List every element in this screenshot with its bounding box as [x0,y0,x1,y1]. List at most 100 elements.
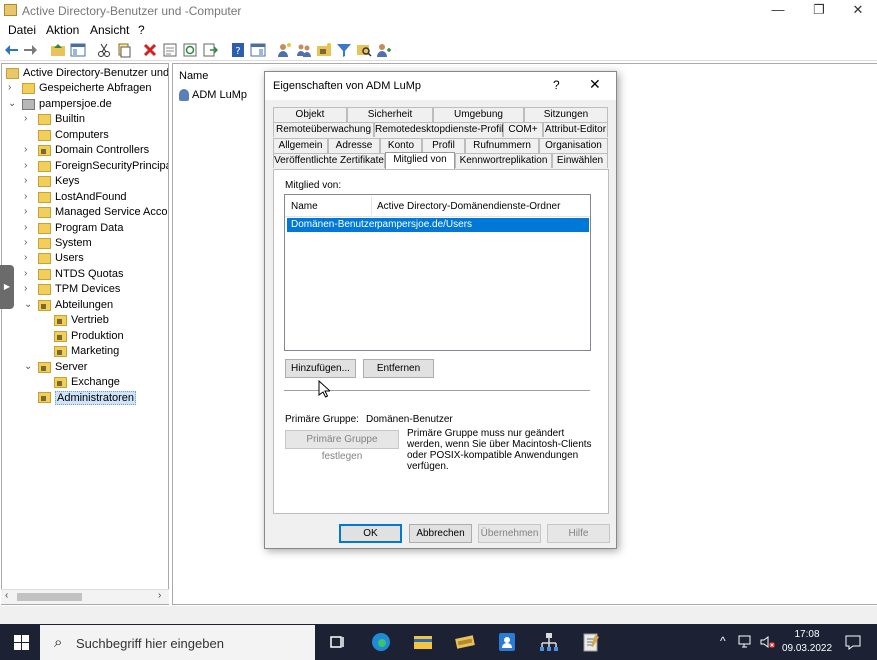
column-header-name[interactable]: Name [291,201,318,212]
new-ou-icon[interactable] [316,42,332,58]
export-list-icon[interactable] [202,42,218,58]
tab-allgemein[interactable]: Allgemein [273,138,328,153]
expand-chevron-icon[interactable]: › [24,144,34,155]
tab-sitzungen[interactable]: Sitzungen [524,107,608,122]
edge-icon[interactable] [370,631,392,653]
tree-item[interactable]: › System [2,237,168,252]
tab-remotedesktopdienste-profil[interactable]: Remotedesktopdienste-Profil [374,122,503,137]
cut-icon[interactable] [96,42,112,58]
dialog-close-button[interactable]: ✕ [589,76,601,93]
menu-help[interactable]: ? [138,23,145,37]
tab-remoteueberwachung[interactable]: Remoteüberwachung [273,122,374,137]
forward-icon[interactable] [22,42,38,58]
expand-chevron-icon[interactable]: › [24,160,34,171]
tab-attribut-editor[interactable]: Attribut-Editor [543,122,608,137]
tree-item[interactable]: Produktion [2,330,168,345]
expand-chevron-icon[interactable]: › [24,191,34,202]
menu-aktion[interactable]: Aktion [46,23,79,37]
scroll-right-icon[interactable]: › [158,590,161,601]
expand-chevron-icon[interactable]: › [24,113,34,124]
tree-horizontal-scrollbar[interactable]: ‹ › [1,589,169,604]
tree-item[interactable]: ⌄ pampersjoe.de [2,98,168,113]
back-icon[interactable] [4,42,20,58]
tree-item[interactable]: ⌄ Server [2,361,168,376]
tab-rufnummern[interactable]: Rufnummern [465,138,539,153]
show-hide-icon[interactable] [250,42,266,58]
expand-chevron-icon[interactable]: › [8,82,18,93]
add-button[interactable]: Hinzufügen... [285,359,356,378]
expand-chevron-icon[interactable]: › [24,175,34,186]
tab-veroeffentlichte-zertifikate[interactable]: Veröffentlichte Zertifikate [273,153,385,168]
side-panel-toggle[interactable]: ▶ [0,265,14,309]
ad-users-icon[interactable] [454,631,476,653]
filter-icon[interactable] [336,42,352,58]
delete-icon[interactable] [142,42,158,58]
scroll-left-icon[interactable]: ‹ [5,590,8,601]
restore-button[interactable]: ❐ [799,0,839,20]
tree-item[interactable]: › Builtin [2,113,168,128]
tab-einwaehlen[interactable]: Einwählen [552,153,608,168]
tab-profil[interactable]: Profil [422,138,465,153]
ok-button[interactable]: OK [339,524,402,543]
tab-sicherheit[interactable]: Sicherheit [347,107,433,122]
add-to-group-icon[interactable] [376,42,392,58]
column-header-folder[interactable]: Active Directory-Domänendienste-Ordner [377,201,560,212]
help-button[interactable]: Hilfe [547,524,610,543]
properties-icon[interactable] [162,42,178,58]
tab-mitglied-von[interactable]: Mitglied von [385,152,455,169]
cancel-button[interactable]: Abbrechen [409,524,472,543]
find-icon[interactable] [356,42,372,58]
expand-chevron-icon[interactable]: › [24,252,34,263]
file-explorer-icon[interactable] [412,631,434,653]
menu-ansicht[interactable]: Ansicht [90,23,129,37]
console-tree[interactable]: Active Directory-Benutzer und - › Gespeich… [1,63,169,605]
tab-kennwortreplikation[interactable]: Kennwortreplikation [455,153,552,168]
taskbar-search[interactable]: ⌕ Suchbegriff hier eingeben [40,625,315,660]
copy-icon[interactable] [116,42,132,58]
expand-chevron-icon[interactable]: › [24,237,34,248]
tree-item[interactable]: › ForeignSecurityPrincipals [2,160,168,175]
menu-datei[interactable]: Datei [8,23,36,37]
task-view-icon[interactable] [326,631,348,653]
show-console-tree-icon[interactable] [70,42,86,58]
minimize-button[interactable]: — [758,0,798,20]
scroll-thumb[interactable] [17,593,82,601]
help-icon[interactable]: ? [230,42,246,58]
tab-konto[interactable]: Konto [380,138,422,153]
refresh-icon[interactable] [182,42,198,58]
tree-item[interactable]: Computers [2,129,168,144]
tab-objekt[interactable]: Objekt [273,107,347,122]
tree-item[interactable]: › Gespeicherte Abfragen [2,82,168,97]
member-of-list[interactable]: Name Active Directory-Domänendienste-Ord… [284,194,591,351]
tree-item[interactable]: › TPM Devices [2,283,168,298]
show-hidden-icons-icon[interactable]: ^ [720,634,726,648]
new-user-icon[interactable] [276,42,292,58]
tab-organisation[interactable]: Organisation [539,138,608,153]
remove-button[interactable]: Entfernen [363,359,434,378]
collapse-chevron-icon[interactable]: ⌄ [8,98,18,109]
tree-item[interactable]: Marketing [2,345,168,360]
tree-item[interactable]: Exchange [2,376,168,391]
tree-item[interactable]: Active Directory-Benutzer und - [2,67,168,82]
apply-button[interactable]: Übernehmen [478,524,541,543]
tab-adresse[interactable]: Adresse [328,138,380,153]
expand-chevron-icon[interactable]: › [24,283,34,294]
tree-item[interactable]: › Domain Controllers [2,144,168,159]
expand-chevron-icon[interactable]: › [24,268,34,279]
network-status-icon[interactable] [738,635,754,649]
collapse-chevron-icon[interactable]: ⌄ [24,361,34,372]
expand-chevron-icon[interactable]: › [24,222,34,233]
tab-com-plus[interactable]: COM+ [503,122,543,137]
tree-item[interactable]: › Users [2,252,168,267]
column-separator[interactable] [371,197,372,215]
up-folder-icon[interactable] [50,42,66,58]
notepad-icon[interactable] [580,631,602,653]
list-item[interactable]: ADM LuMp [179,89,247,102]
volume-muted-icon[interactable] [760,635,776,649]
network-icon[interactable] [538,631,560,653]
set-primary-group-button[interactable]: Primäre Gruppe festlegen [285,430,399,462]
tree-item[interactable]: › Managed Service Accounts [2,206,168,221]
notification-icon[interactable] [845,634,861,650]
tree-item[interactable]: › Keys [2,175,168,190]
tree-item[interactable]: › LostAndFound [2,191,168,206]
